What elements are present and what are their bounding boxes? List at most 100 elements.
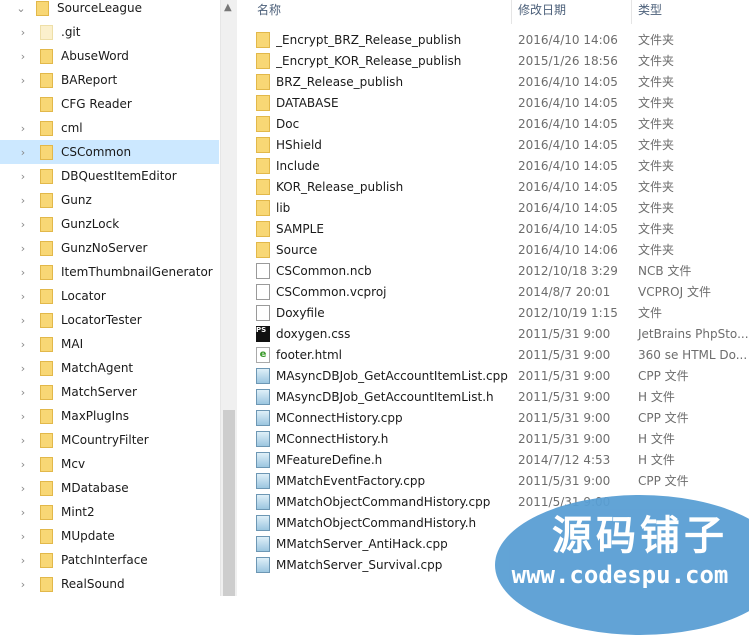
file-row[interactable]: MAsyncDBJob_GetAccountItemList.cpp 2011/5… <box>256 365 749 386</box>
file-name: CSCommon.ncb <box>276 263 372 278</box>
tree-item[interactable]: › GunzLock <box>0 212 219 236</box>
code-file-icon <box>256 451 270 468</box>
file-row[interactable]: DATABASE 2016/4/10 14:05 文件夹 <box>256 92 749 113</box>
chevron-right-icon[interactable]: › <box>16 74 30 87</box>
chevron-right-icon[interactable]: › <box>16 122 30 135</box>
chevron-right-icon[interactable]: › <box>16 434 30 447</box>
file-row[interactable]: Doxyfile 2012/10/19 1:15 文件 <box>256 302 749 323</box>
chevron-right-icon[interactable]: › <box>16 578 30 591</box>
chevron-right-icon[interactable]: › <box>16 458 30 471</box>
tree-item[interactable]: › MCountryFilter <box>0 428 219 452</box>
tree-item[interactable]: › Locator <box>0 284 219 308</box>
tree-item[interactable]: › Gunz <box>0 188 219 212</box>
code-file-icon <box>256 556 270 573</box>
tree-item-label: MaxPlugIns <box>61 409 129 423</box>
file-date: 2016/4/10 14:05 <box>518 137 618 152</box>
chevron-right-icon[interactable]: › <box>16 146 30 159</box>
file-row[interactable]: KOR_Release_publish 2016/4/10 14:05 文件夹 <box>256 176 749 197</box>
tree-item-label: Mcv <box>61 457 86 471</box>
tree-item[interactable]: › CSCommon <box>0 140 219 164</box>
folder-icon <box>40 360 53 376</box>
chevron-right-icon[interactable]: › <box>16 26 30 39</box>
file-row[interactable]: MConnectHistory.cpp 2011/5/31 9:00 CPP 文件 <box>256 407 749 428</box>
tree-item[interactable]: › PatchInterface <box>0 548 219 572</box>
column-header-name[interactable]: 名称 <box>257 0 281 24</box>
chevron-right-icon[interactable]: › <box>16 554 30 567</box>
file-date: 2012/10/18 3:29 <box>518 263 618 278</box>
file-row[interactable]: _Encrypt_BRZ_Release_publish 2016/4/10 14… <box>256 29 749 50</box>
folder-icon <box>256 199 270 216</box>
column-divider[interactable] <box>511 0 512 24</box>
chevron-down-icon[interactable]: ⌄ <box>14 2 28 15</box>
file-type: 360 se HTML Do... <box>638 347 748 362</box>
file-name: DATABASE <box>276 95 339 110</box>
tree-item[interactable]: › Mint2 <box>0 500 219 524</box>
file-row[interactable]: lib 2016/4/10 14:05 文件夹 <box>256 197 749 218</box>
chevron-right-icon[interactable]: › <box>16 506 30 519</box>
tree-item[interactable]: › .git <box>0 20 219 44</box>
tree-item[interactable]: › DBQuestItemEditor <box>0 164 219 188</box>
folder-icon <box>256 178 270 195</box>
chevron-right-icon[interactable]: › <box>16 362 30 375</box>
tree-item-label: LocatorTester <box>61 313 142 327</box>
tree-item[interactable]: › Mcv <box>0 452 219 476</box>
file-type: 文件夹 <box>638 159 675 173</box>
file-row[interactable]: MFeatureDefine.h 2014/7/12 4:53 H 文件 <box>256 449 749 470</box>
scroll-up-icon[interactable]: ▲ <box>224 2 232 13</box>
file-type: H 文件 <box>638 390 675 404</box>
tree-item[interactable]: › MatchAgent <box>0 356 219 380</box>
tree-item[interactable]: › MDatabase <box>0 476 219 500</box>
file-row[interactable]: MAsyncDBJob_GetAccountItemList.h 2011/5/3… <box>256 386 749 407</box>
column-header-date[interactable]: 修改日期 <box>518 0 566 24</box>
chevron-right-icon[interactable]: › <box>16 50 30 63</box>
file-row[interactable]: _Encrypt_KOR_Release_publish 2015/1/26 18… <box>256 50 749 71</box>
tree-item-label: CSCommon <box>61 145 132 159</box>
file-name: MAsyncDBJob_GetAccountItemList.h <box>276 389 494 404</box>
file-row[interactable]: MConnectHistory.h 2011/5/31 9:00 H 文件 <box>256 428 749 449</box>
column-divider[interactable] <box>631 0 632 24</box>
file-row[interactable]: Include 2016/4/10 14:05 文件夹 <box>256 155 749 176</box>
chevron-right-icon[interactable]: › <box>16 290 30 303</box>
file-row[interactable]: SAMPLE 2016/4/10 14:05 文件夹 <box>256 218 749 239</box>
tree-item[interactable]: › MaxPlugIns <box>0 404 219 428</box>
chevron-right-icon[interactable]: › <box>16 338 30 351</box>
tree-item[interactable]: › RealSound <box>0 572 219 596</box>
chevron-right-icon[interactable]: › <box>16 218 30 231</box>
chevron-right-icon[interactable]: › <box>16 530 30 543</box>
scrollbar-thumb[interactable] <box>223 410 235 596</box>
tree-item[interactable]: ⌄ SourceLeague <box>0 0 203 20</box>
tree-item[interactable]: › AbuseWord <box>0 44 219 68</box>
file-row[interactable]: BRZ_Release_publish 2016/4/10 14:05 文件夹 <box>256 71 749 92</box>
tree-item[interactable]: › MUpdate <box>0 524 219 548</box>
file-row[interactable]: CSCommon.vcproj 2014/8/7 20:01 VCPROJ 文件 <box>256 281 749 302</box>
chevron-right-icon[interactable]: › <box>16 266 30 279</box>
chevron-right-icon[interactable]: › <box>16 242 30 255</box>
tree-item[interactable]: › cml <box>0 116 219 140</box>
column-header-type[interactable]: 类型 <box>638 0 662 24</box>
chevron-right-icon[interactable]: › <box>16 314 30 327</box>
chevron-right-icon[interactable]: › <box>16 386 30 399</box>
file-row[interactable]: HShield 2016/4/10 14:05 文件夹 <box>256 134 749 155</box>
tree-item[interactable]: › BAReport <box>0 68 219 92</box>
tree-item[interactable]: › GunzNoServer <box>0 236 219 260</box>
tree-scrollbar[interactable]: ▲ <box>220 0 237 596</box>
file-row[interactable]: MMatchEventFactory.cpp 2011/5/31 9:00 CPP … <box>256 470 749 491</box>
folder-icon <box>40 552 53 568</box>
tree-item[interactable]: › MatchServer <box>0 380 219 404</box>
chevron-right-icon[interactable]: › <box>16 170 30 183</box>
folder-icon <box>40 288 53 304</box>
chevron-right-icon[interactable]: › <box>16 410 30 423</box>
file-row[interactable]: CSCommon.ncb 2012/10/18 3:29 NCB 文件 <box>256 260 749 281</box>
tree-item[interactable]: › LocatorTester <box>0 308 219 332</box>
tree-item[interactable]: CFG Reader <box>0 92 219 116</box>
file-row[interactable]: PS doxygen.css 2011/5/31 9:00 JetBrains Php… <box>256 323 749 344</box>
file-row[interactable]: e footer.html 2011/5/31 9:00 360 se HTML Do… <box>256 344 749 365</box>
chevron-right-icon[interactable]: › <box>16 482 30 495</box>
tree-item[interactable]: › MAI <box>0 332 219 356</box>
tree-item-label: MAI <box>61 337 84 351</box>
folder-icon <box>36 0 49 16</box>
file-row[interactable]: Doc 2016/4/10 14:05 文件夹 <box>256 113 749 134</box>
chevron-right-icon[interactable]: › <box>16 194 30 207</box>
tree-item[interactable]: › ItemThumbnailGenerator <box>0 260 219 284</box>
file-row[interactable]: Source 2016/4/10 14:06 文件夹 <box>256 239 749 260</box>
